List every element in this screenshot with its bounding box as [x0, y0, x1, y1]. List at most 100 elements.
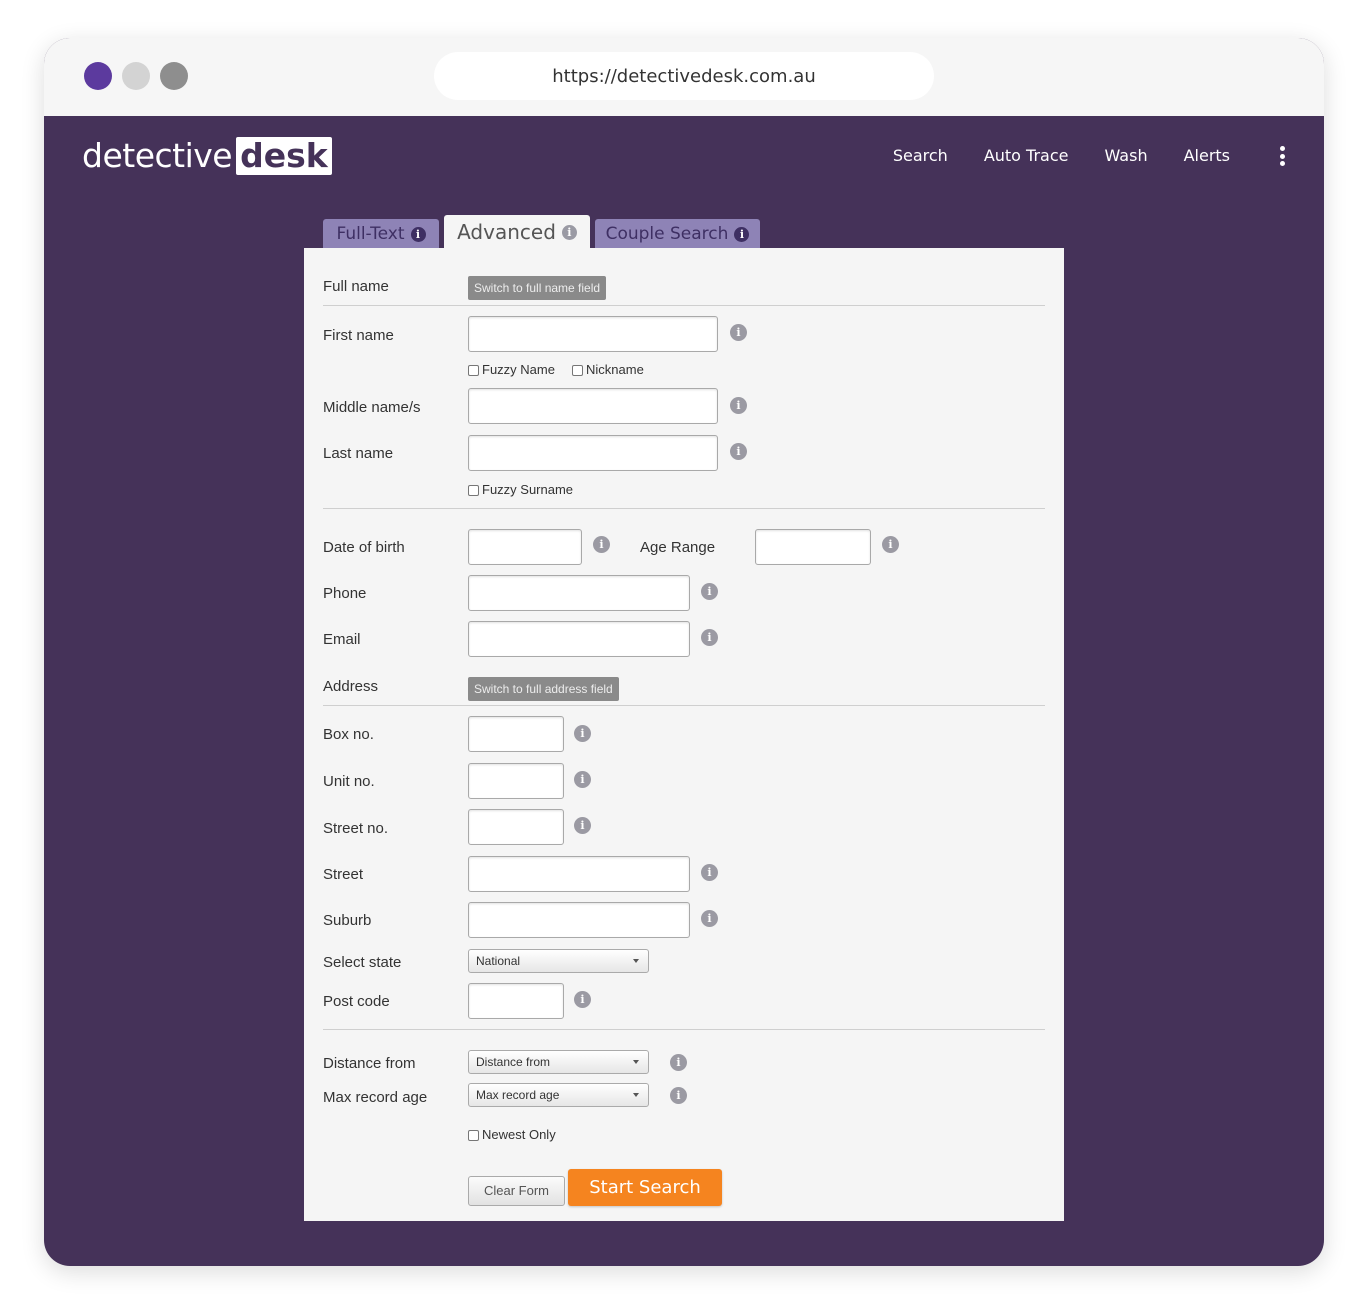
state-select-value: National	[476, 954, 521, 968]
phone-label: Phone	[323, 585, 367, 602]
info-icon[interactable]: i	[574, 771, 591, 788]
info-icon[interactable]: i	[410, 226, 426, 242]
logo-text-detective: detective	[82, 136, 233, 175]
max-record-age-label: Max record age	[323, 1089, 428, 1106]
tab-label: Advanced	[457, 220, 556, 244]
box-no-label: Box no.	[323, 726, 374, 743]
tab-couple-search[interactable]: Couple Search i	[595, 219, 760, 249]
nickname-checkbox[interactable]: Nickname	[572, 362, 644, 378]
info-icon[interactable]: i	[701, 864, 718, 881]
street-input[interactable]	[468, 856, 690, 892]
kebab-menu-icon[interactable]	[1272, 144, 1292, 168]
switch-full-name-button[interactable]: Switch to full name field	[468, 276, 607, 300]
fuzzy-surname-checkbox[interactable]: Fuzzy Surname	[468, 482, 573, 498]
switch-full-address-button[interactable]: Switch to full address field	[468, 677, 619, 701]
info-icon[interactable]: i	[670, 1054, 687, 1071]
postcode-label: Post code	[323, 993, 390, 1010]
first-name-label: First name	[323, 327, 394, 344]
tab-full-text[interactable]: Full-Text i	[323, 219, 439, 249]
logo-text-desk: desk	[236, 137, 332, 175]
main-nav: Search Auto Trace Wash Alerts	[893, 144, 1230, 168]
age-range-input[interactable]	[755, 529, 871, 565]
info-icon[interactable]: i	[734, 226, 750, 242]
checkbox-label: Fuzzy Surname	[482, 482, 574, 497]
browser-chrome: https://detectivedesk.com.au	[44, 38, 1324, 116]
tab-label: Couple Search	[605, 224, 729, 244]
full-name-label: Full name	[323, 278, 389, 295]
clear-form-button[interactable]: Clear Form	[468, 1176, 565, 1206]
info-icon[interactable]: i	[561, 224, 577, 240]
first-name-input[interactable]	[468, 316, 718, 352]
divider	[323, 705, 1045, 706]
nav-wash[interactable]: Wash	[1105, 144, 1148, 168]
nav-search[interactable]: Search	[893, 144, 948, 168]
window-minimize-dot[interactable]	[122, 62, 150, 90]
email-label: Email	[323, 631, 361, 648]
info-icon[interactable]: i	[670, 1087, 687, 1104]
box-no-input[interactable]	[468, 716, 564, 752]
checkbox-box[interactable]	[468, 484, 479, 496]
checkbox-label: Newest Only	[482, 1127, 556, 1142]
divider	[323, 305, 1045, 306]
state-select[interactable]: National	[468, 949, 649, 973]
info-icon[interactable]: i	[593, 536, 610, 553]
distance-from-select[interactable]: Distance from	[468, 1050, 649, 1074]
middle-names-label: Middle name/s	[323, 399, 421, 416]
newest-only-checkbox[interactable]: Newest Only	[468, 1127, 556, 1143]
window-close-dot[interactable]	[84, 62, 112, 90]
unit-no-label: Unit no.	[323, 773, 375, 790]
top-navbar: detective desk Search Auto Trace Wash Al…	[44, 116, 1324, 196]
info-icon[interactable]: i	[730, 397, 747, 414]
last-name-input[interactable]	[468, 435, 718, 471]
info-icon[interactable]: i	[574, 991, 591, 1008]
info-icon[interactable]: i	[574, 817, 591, 834]
info-icon[interactable]: i	[701, 910, 718, 927]
advanced-search-form: Full name Switch to full name field Firs…	[304, 248, 1064, 1221]
phone-input[interactable]	[468, 575, 690, 611]
info-icon[interactable]: i	[574, 725, 591, 742]
nav-alerts[interactable]: Alerts	[1184, 144, 1230, 168]
chevron-down-icon	[633, 1060, 639, 1064]
divider	[323, 508, 1045, 509]
checkbox-box[interactable]	[468, 1129, 479, 1141]
distance-select-value: Distance from	[476, 1055, 551, 1069]
suburb-input[interactable]	[468, 902, 690, 938]
tab-label: Full-Text	[336, 224, 405, 244]
age-range-label: Age Range	[640, 539, 716, 556]
checkbox-label: Nickname	[586, 362, 644, 377]
checkbox-box[interactable]	[572, 364, 583, 376]
address-label: Address	[323, 678, 379, 695]
distance-from-label: Distance from	[323, 1055, 416, 1072]
unit-no-input[interactable]	[468, 763, 564, 799]
street-label: Street	[323, 866, 364, 883]
browser-window: https://detectivedesk.com.au detective d…	[44, 38, 1324, 1266]
chevron-down-icon	[633, 1093, 639, 1097]
street-no-label: Street no.	[323, 820, 389, 837]
select-state-label: Select state	[323, 954, 402, 971]
postcode-input[interactable]	[468, 983, 564, 1019]
checkbox-box[interactable]	[468, 364, 479, 376]
max-record-age-select[interactable]: Max record age	[468, 1083, 649, 1107]
middle-names-input[interactable]	[468, 388, 718, 424]
nav-auto-trace[interactable]: Auto Trace	[984, 144, 1069, 168]
info-icon[interactable]: i	[730, 443, 747, 460]
info-icon[interactable]: i	[882, 536, 899, 553]
street-no-input[interactable]	[468, 809, 564, 845]
window-maximize-dot[interactable]	[160, 62, 188, 90]
dob-label: Date of birth	[323, 539, 405, 556]
info-icon[interactable]: i	[701, 629, 718, 646]
info-icon[interactable]: i	[701, 583, 718, 600]
info-icon[interactable]: i	[730, 324, 747, 341]
last-name-label: Last name	[323, 445, 394, 462]
start-search-button[interactable]: Start Search	[568, 1169, 722, 1206]
divider	[323, 1029, 1045, 1030]
chevron-down-icon	[633, 959, 639, 963]
site-logo[interactable]: detective desk	[82, 136, 332, 176]
max-age-select-value: Max record age	[476, 1088, 560, 1102]
suburb-label: Suburb	[323, 912, 372, 929]
tab-advanced[interactable]: Advanced i	[444, 215, 590, 249]
email-input[interactable]	[468, 621, 690, 657]
dob-input[interactable]	[468, 529, 582, 565]
fuzzy-name-checkbox[interactable]: Fuzzy Name	[468, 362, 555, 378]
address-bar[interactable]: https://detectivedesk.com.au	[434, 52, 934, 100]
